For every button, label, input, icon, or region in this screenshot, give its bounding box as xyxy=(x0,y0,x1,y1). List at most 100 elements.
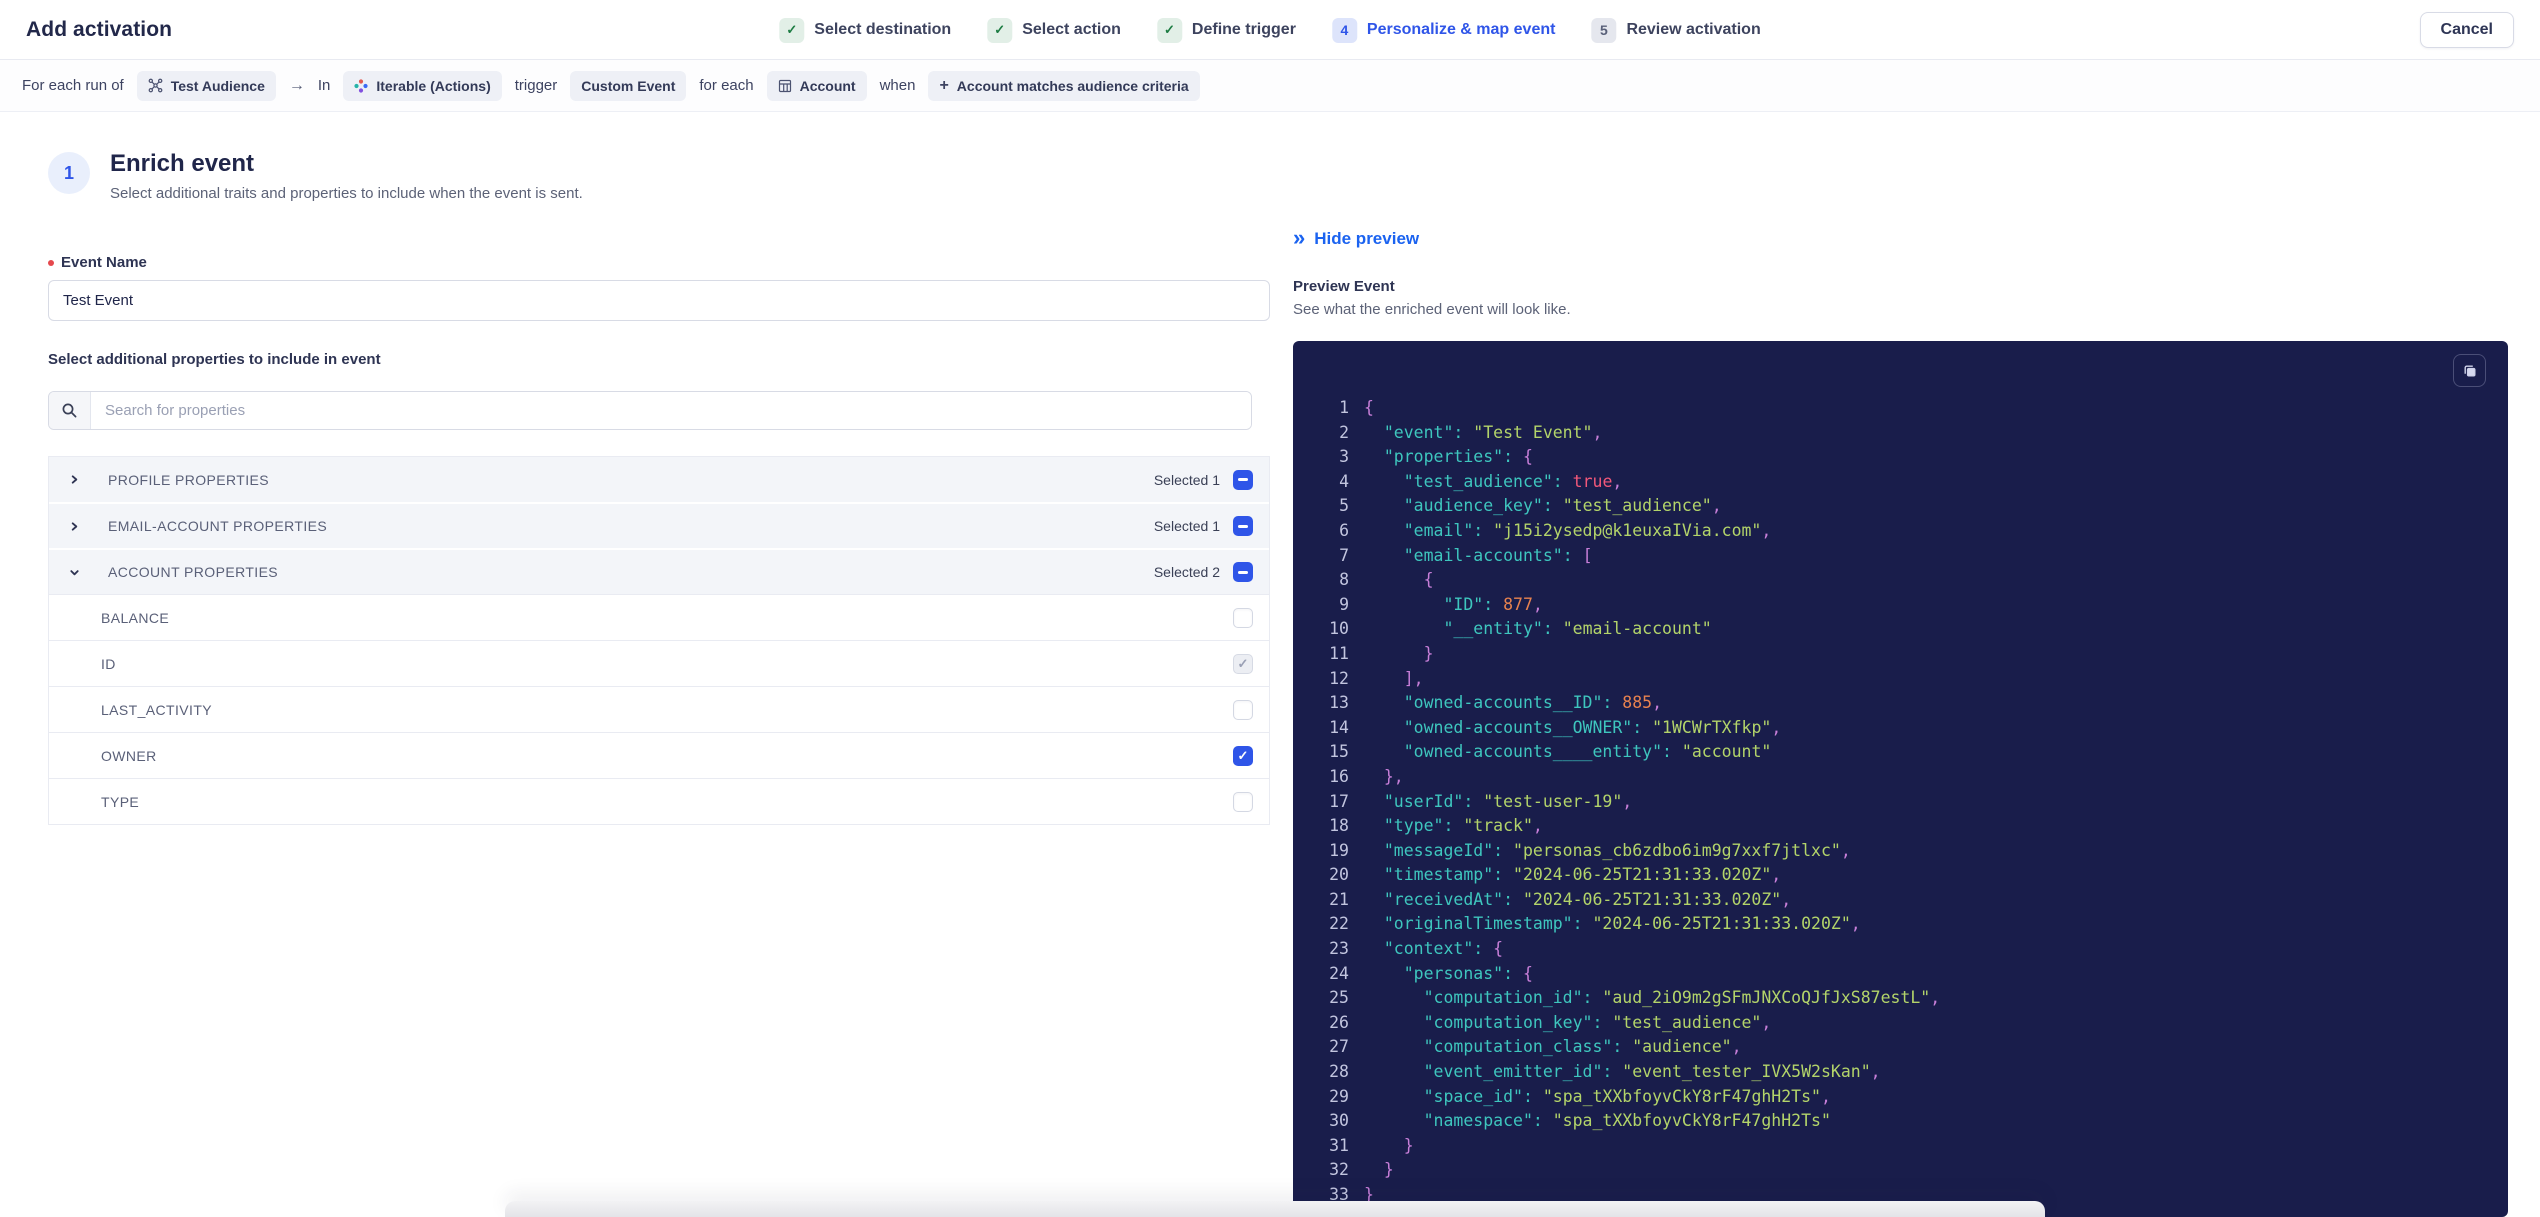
code-line: 23 "context": { xyxy=(1313,937,2498,962)
line-number: 19 xyxy=(1329,840,1349,860)
chip-custom-event[interactable]: Custom Event xyxy=(570,70,687,101)
line-number: 12 xyxy=(1329,668,1349,688)
line-number: 24 xyxy=(1329,963,1349,983)
code-line: 9 "ID": 877, xyxy=(1313,593,2498,618)
line-number: 8 xyxy=(1339,570,1349,590)
chip-account[interactable]: Account xyxy=(766,70,867,101)
group-checkbox[interactable] xyxy=(1233,516,1253,536)
main-content: 1 Enrich event Select additional traits … xyxy=(0,112,2540,1217)
code-line: 10 "__entity": "email-account" xyxy=(1313,617,2498,642)
double-chevron-right-icon: » xyxy=(1293,225,1306,250)
code-line: 28 "event_emitter_id": "event_tester_IVX… xyxy=(1313,1060,2498,1085)
enrich-event-header: 1 Enrich event Select additional traits … xyxy=(48,150,1270,202)
property-row-type[interactable]: TYPE xyxy=(49,778,1269,824)
code-line: 4 "test_audience": true, xyxy=(1313,470,2498,495)
chip-test-audience[interactable]: Test Audience xyxy=(136,70,276,101)
chevron-right-icon xyxy=(67,519,81,533)
line-number: 2 xyxy=(1339,422,1349,442)
line-number: 18 xyxy=(1329,816,1349,836)
step-personalize-map-event[interactable]: 4 Personalize & map event xyxy=(1331,17,1555,43)
line-number: 4 xyxy=(1339,471,1349,491)
code-line: 32 } xyxy=(1313,1158,2498,1183)
code-line: 19 "messageId": "personas_cb6zdbo6im9g7x… xyxy=(1313,839,2498,864)
step-define-trigger[interactable]: ✓ Define trigger xyxy=(1156,17,1296,43)
line-number: 3 xyxy=(1339,447,1349,467)
step-review-activation[interactable]: 5 Review activation xyxy=(1591,17,1761,43)
enrich-event-section: 1 Enrich event Select additional traits … xyxy=(48,150,1270,825)
property-checkbox[interactable] xyxy=(1233,607,1253,628)
line-number: 7 xyxy=(1339,545,1349,565)
group-header-profile-properties[interactable]: PROFILE PROPERTIES Selected 1 xyxy=(49,456,1269,502)
selected-count: Selected 1 xyxy=(1153,518,1220,534)
group-checkbox[interactable] xyxy=(1233,562,1253,582)
step-select-destination[interactable]: ✓ Select destination xyxy=(779,17,951,43)
code-line: 11 } xyxy=(1313,642,2498,667)
step-label: Define trigger xyxy=(1191,21,1296,38)
arrow-right-icon: → xyxy=(288,76,305,94)
chip-account-matches-audience-criteria[interactable]: + Account matches audience criteria xyxy=(928,70,1200,101)
line-number: 32 xyxy=(1329,1160,1349,1180)
code-line: 22 "originalTimestamp": "2024-06-25T21:3… xyxy=(1313,912,2498,937)
code-line: 8 { xyxy=(1313,568,2498,593)
section-step-number: 1 xyxy=(48,152,90,194)
code-line: 27 "computation_class": "audience", xyxy=(1313,1035,2498,1060)
line-number: 15 xyxy=(1329,742,1349,762)
property-row-owner[interactable]: OWNER ✓ xyxy=(49,732,1269,778)
code-lines: 1{2 "event": "Test Event", 3 "properties"… xyxy=(1313,396,2498,1208)
property-row-last-activity[interactable]: LAST_ACTIVITY xyxy=(49,686,1269,732)
code-line: 17 "userId": "test-user-19", xyxy=(1313,790,2498,815)
line-number: 1 xyxy=(1339,398,1349,417)
property-label: ID xyxy=(101,655,116,672)
code-line: 29 "space_id": "spa_tXXbfoyvCkY8rF47ghH2… xyxy=(1313,1085,2498,1110)
chevron-down-icon xyxy=(67,565,81,579)
step-check-icon: ✓ xyxy=(987,17,1013,43)
chevron-right-icon xyxy=(67,473,81,487)
code-line: 25 "computation_id": "aud_2iO9m2gSFmJNXC… xyxy=(1313,986,2498,1011)
table-icon xyxy=(778,79,792,93)
line-number: 21 xyxy=(1329,889,1349,909)
line-number: 27 xyxy=(1329,1037,1349,1057)
group-label: EMAIL-ACCOUNT PROPERTIES xyxy=(108,518,328,534)
property-search-input[interactable] xyxy=(91,392,1251,429)
section-subtitle: Select additional traits and properties … xyxy=(110,185,583,202)
preview-panel: » Hide preview Preview Event See what th… xyxy=(1293,150,2508,1217)
line-number: 16 xyxy=(1329,766,1349,786)
step-label: Review activation xyxy=(1626,21,1761,38)
copy-button[interactable] xyxy=(2453,354,2486,387)
property-label: LAST_ACTIVITY xyxy=(101,701,213,718)
cancel-button[interactable]: Cancel xyxy=(2419,11,2514,48)
property-checkbox[interactable]: ✓ xyxy=(1233,745,1253,766)
code-line: 15 "owned-accounts____entity": "account" xyxy=(1313,740,2498,765)
summary-text: when xyxy=(879,77,916,94)
property-label: BALANCE xyxy=(101,609,170,626)
chip-label: Test Audience xyxy=(170,77,265,94)
trigger-summary-bar: For each run of Test Audience → In Iterable … xyxy=(0,60,2540,112)
code-line: 7 "email-accounts": [ xyxy=(1313,544,2498,569)
event-name-label: Event Name xyxy=(48,254,1270,271)
step-select-action[interactable]: ✓ Select action xyxy=(987,17,1121,43)
chip-iterable-actions[interactable]: Iterable (Actions) xyxy=(343,70,502,101)
chip-label: Iterable (Actions) xyxy=(376,77,491,94)
selected-count: Selected 1 xyxy=(1153,471,1220,488)
page-title: Add activation xyxy=(26,17,173,41)
property-label: TYPE xyxy=(101,793,140,810)
property-row-id[interactable]: ID ✓ xyxy=(49,640,1269,686)
line-number: 6 xyxy=(1339,520,1349,540)
hide-preview-link[interactable]: » Hide preview xyxy=(1293,225,1419,250)
step-number: 5 xyxy=(1591,17,1617,43)
line-number: 25 xyxy=(1329,988,1349,1008)
plus-icon: + xyxy=(939,76,949,94)
summary-text: for each xyxy=(699,77,754,94)
group-checkbox[interactable] xyxy=(1233,469,1253,490)
property-checkbox[interactable] xyxy=(1233,699,1253,720)
group-header-email-account-properties[interactable]: EMAIL-ACCOUNT PROPERTIES Selected 1 xyxy=(49,502,1269,548)
chip-label: Account xyxy=(799,77,856,94)
group-header-account-properties[interactable]: ACCOUNT PROPERTIES Selected 2 xyxy=(49,548,1269,594)
event-name-input[interactable] xyxy=(48,280,1270,321)
property-row-balance[interactable]: BALANCE xyxy=(49,594,1269,640)
group-label: ACCOUNT PROPERTIES xyxy=(108,564,279,580)
property-checkbox[interactable] xyxy=(1233,791,1253,812)
code-line: 3 "properties": { xyxy=(1313,445,2498,470)
step-check-icon: ✓ xyxy=(779,17,805,43)
bottom-edge-shadow xyxy=(505,1201,2045,1217)
